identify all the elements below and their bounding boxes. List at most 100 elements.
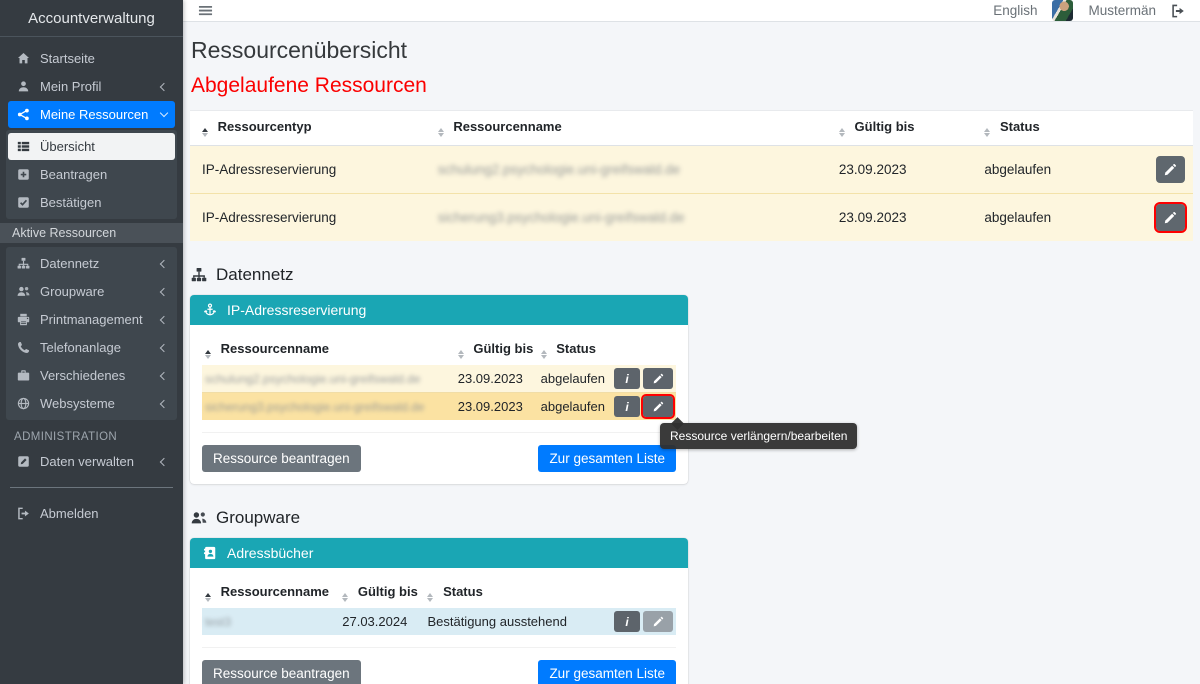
edit-resource-button-disabled[interactable] xyxy=(643,611,673,632)
chevron-left-icon xyxy=(160,371,168,379)
sort-icon xyxy=(541,350,547,359)
edit-resource-button-highlighted[interactable] xyxy=(1156,204,1185,231)
table-row: test3 27.03.2024 Bestätigung ausstehend … xyxy=(202,608,676,635)
avatar[interactable] xyxy=(1052,0,1073,21)
chevron-left-icon xyxy=(160,399,168,407)
edit-resource-button[interactable] xyxy=(1156,156,1185,183)
request-resource-button[interactable]: Ressource beantragen xyxy=(202,445,361,472)
valid-until: 23.09.2023 xyxy=(455,365,538,393)
sidebar-item-bestaetigen[interactable]: Bestätigen xyxy=(8,189,175,216)
topbar: English Mustermän xyxy=(183,0,1200,22)
username-link[interactable]: Mustermän xyxy=(1088,3,1156,18)
logout-icon[interactable] xyxy=(1171,4,1185,18)
status-value: abgelaufen xyxy=(972,146,1112,194)
sort-icon xyxy=(984,128,990,137)
section-heading-datennetz: Datennetz xyxy=(191,265,1192,285)
tooltip: Ressource verlängern/bearbeiten xyxy=(660,423,857,449)
sidebar-item-meine-ressourcen[interactable]: Meine Ressourcen xyxy=(8,101,175,128)
app-brand[interactable]: Accountverwaltung xyxy=(0,0,183,37)
users-icon xyxy=(16,285,31,298)
column-header-actions xyxy=(611,578,676,608)
column-header-ressourcenname[interactable]: Ressourcenname xyxy=(202,578,339,608)
phone-icon xyxy=(16,341,31,354)
resource-type: IP-Adressreservierung xyxy=(190,194,426,242)
list-icon xyxy=(16,140,31,153)
pencil-icon xyxy=(1164,163,1177,176)
table-row: IP-Adressreservierung schulung2.psycholo… xyxy=(190,146,1193,194)
sidebar-item-beantragen[interactable]: Beantragen xyxy=(8,161,175,188)
resource-name-redacted: schulung2.psychologie.uni-greifswald.de xyxy=(202,365,455,393)
sidebar-item-abmelden[interactable]: Abmelden xyxy=(8,500,175,527)
column-header-actions xyxy=(611,335,676,365)
content: Ressourcenübersicht Abgelaufene Ressourc… xyxy=(183,22,1200,684)
sort-icon xyxy=(458,350,464,359)
pencil-icon xyxy=(653,401,664,412)
sidebar-item-startseite[interactable]: Startseite xyxy=(8,45,175,72)
chevron-left-icon xyxy=(160,82,168,90)
info-button[interactable]: i xyxy=(614,611,640,632)
column-header-actions xyxy=(1113,111,1193,146)
sidebar-item-telefonanlage[interactable]: Telefonanlage xyxy=(8,334,175,361)
app-root: Accountverwaltung Startseite Mein Profil… xyxy=(0,0,1200,684)
pencil-icon xyxy=(653,373,664,384)
column-header-ressourcentyp[interactable]: Ressourcentyp xyxy=(190,111,426,146)
info-button[interactable]: i xyxy=(614,368,640,389)
sidebar-item-daten-verwalten[interactable]: Daten verwalten xyxy=(8,448,175,475)
request-resource-button[interactable]: Ressource beantragen xyxy=(202,660,361,684)
sitemap-icon xyxy=(191,267,207,283)
sidebar-item-websysteme[interactable]: Websysteme xyxy=(8,390,175,417)
chevron-left-icon xyxy=(160,259,168,267)
column-header-status[interactable]: Status xyxy=(972,111,1112,146)
sidebar-item-datennetz[interactable]: Datennetz xyxy=(8,250,175,277)
chevron-left-icon xyxy=(160,343,168,351)
address-book-icon xyxy=(203,546,217,560)
sidebar-item-verschiedenes[interactable]: Verschiedenes xyxy=(8,362,175,389)
valid-until: 23.09.2023 xyxy=(827,194,972,242)
full-list-button[interactable]: Zur gesamten Liste xyxy=(538,660,676,684)
sidebar-item-uebersicht[interactable]: Übersicht xyxy=(8,133,175,160)
page-title: Ressourcenübersicht xyxy=(191,37,1192,64)
sort-icon xyxy=(202,128,208,137)
sidebar-toggle-button[interactable] xyxy=(198,3,213,18)
table-row: schulung2.psychologie.uni-greifswald.de … xyxy=(202,365,676,393)
column-header-gueltig-bis[interactable]: Gültig bis xyxy=(455,335,538,365)
sort-icon xyxy=(427,593,433,602)
sidebar-nav: Startseite Mein Profil Meine Ressourcen … xyxy=(0,37,183,535)
full-list-button[interactable]: Zur gesamten Liste xyxy=(538,445,676,472)
card-footer: Ressource beantragen Zur gesamten Liste xyxy=(202,647,676,684)
chevron-left-icon xyxy=(160,287,168,295)
sidebar-section-administration: ADMINISTRATION xyxy=(8,422,175,447)
sidebar-item-mein-profil[interactable]: Mein Profil xyxy=(8,73,175,100)
resource-name-redacted: schulung2.psychologie.uni-greifswald.de xyxy=(426,146,827,194)
pen-square-icon xyxy=(16,455,31,468)
card-header: Adressbücher xyxy=(190,538,688,568)
column-header-status[interactable]: Status xyxy=(424,578,611,608)
table-row-hovered: sicherung3.psychologie.uni-greifswald.de… xyxy=(202,393,676,421)
card-ip-adressreservierung: IP-Adressreservierung Ressourcenname xyxy=(190,295,688,484)
column-header-gueltig-bis[interactable]: Gültig bis xyxy=(827,111,972,146)
sidebar-item-printmanagement[interactable]: Printmanagement xyxy=(8,306,175,333)
sidebar: Accountverwaltung Startseite Mein Profil… xyxy=(0,0,183,684)
sidebar-divider xyxy=(10,487,173,488)
expired-resources-table: Ressourcentyp Ressourcenname Gültig bis … xyxy=(190,110,1193,241)
pencil-icon xyxy=(1164,211,1177,224)
status-value: abgelaufen xyxy=(538,365,611,393)
status-value: Bestätigung ausstehend xyxy=(424,608,611,635)
resource-type: IP-Adressreservierung xyxy=(190,146,426,194)
column-header-gueltig-bis[interactable]: Gültig bis xyxy=(339,578,424,608)
main-area: English Mustermän Ressourcenübersicht Ab… xyxy=(183,0,1200,684)
share-nodes-icon xyxy=(16,108,31,121)
valid-until: 27.03.2024 xyxy=(339,608,424,635)
column-header-status[interactable]: Status xyxy=(538,335,611,365)
card-body: Ressourcenname Gültig bis Status xyxy=(190,568,688,684)
edit-resource-button[interactable] xyxy=(643,368,673,389)
edit-resource-button-highlighted[interactable] xyxy=(643,396,673,417)
column-header-ressourcenname[interactable]: Ressourcenname xyxy=(426,111,827,146)
sign-out-icon xyxy=(16,507,31,520)
column-header-ressourcenname[interactable]: Ressourcenname xyxy=(202,335,455,365)
language-link[interactable]: English xyxy=(993,3,1037,18)
user-icon xyxy=(16,80,31,93)
expired-resources-heading: Abgelaufene Ressourcen xyxy=(191,74,1192,98)
info-button[interactable]: i xyxy=(614,396,640,417)
sidebar-item-groupware[interactable]: Groupware xyxy=(8,278,175,305)
